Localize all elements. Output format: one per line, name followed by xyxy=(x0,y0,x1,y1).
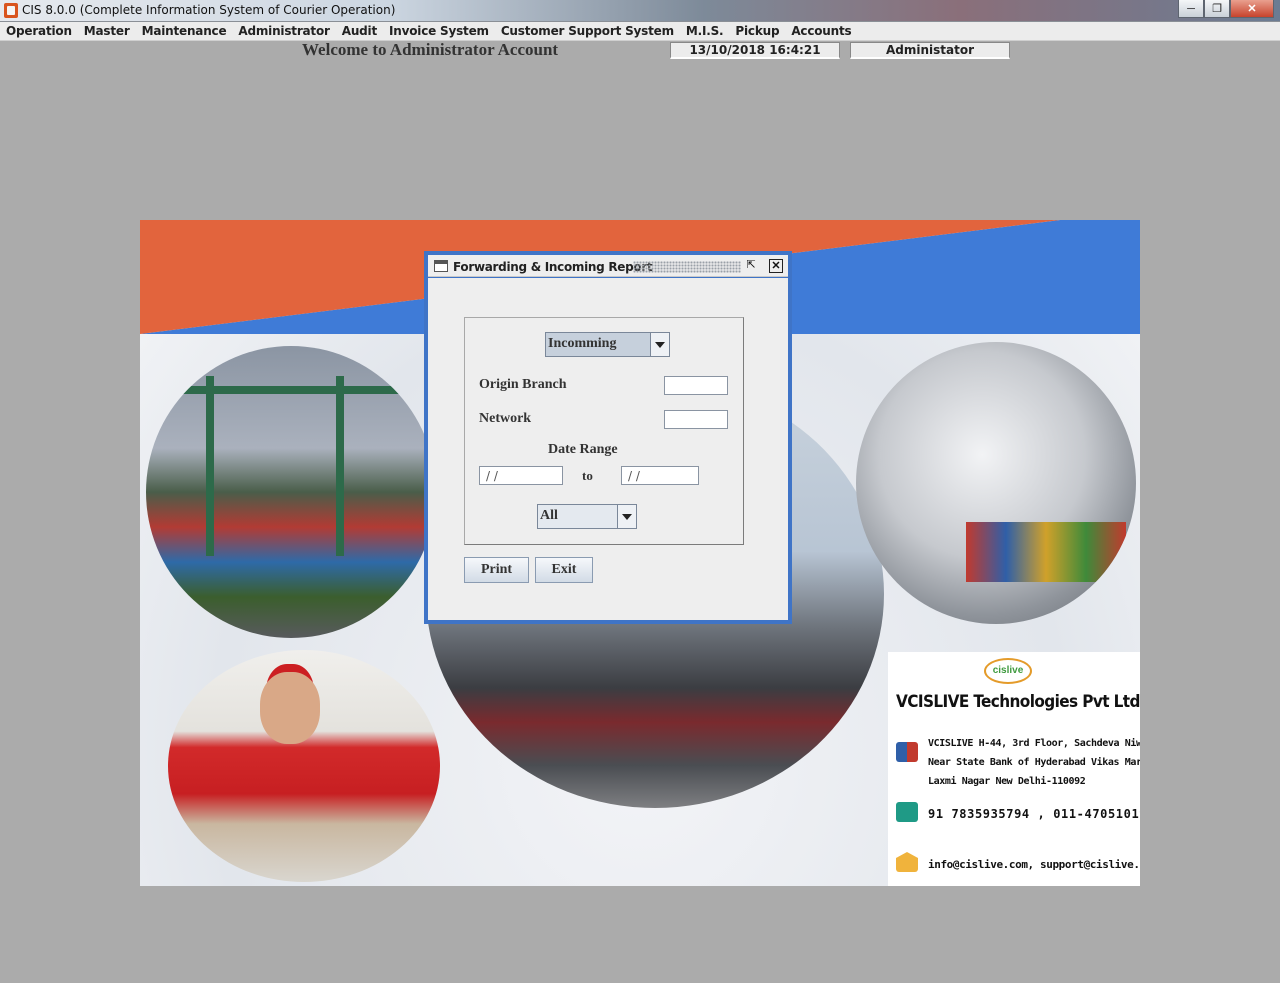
chevron-down-icon[interactable] xyxy=(617,505,636,528)
forwarding-incoming-report-dialog: Forwarding & Incoming Report ⇱ ✕ Incommi… xyxy=(424,251,792,624)
network-field[interactable] xyxy=(664,410,728,429)
close-button[interactable]: ✕ xyxy=(1230,0,1274,18)
app-icon xyxy=(4,3,18,18)
address-icon xyxy=(896,742,918,762)
email-icon xyxy=(896,852,918,872)
chevron-down-icon[interactable] xyxy=(650,333,669,356)
globe-logistics-image xyxy=(856,342,1136,624)
company-info-card: cislive VCISLIVE Technologies Pvt Ltd VC… xyxy=(888,652,1140,886)
address-line-2: Near State Bank of Hyderabad Vikas Marg, xyxy=(928,757,1140,768)
date-from-field[interactable]: / / xyxy=(479,466,563,485)
dialog-body: Incomming Origin Branch Network Date Ran… xyxy=(428,278,788,620)
menu-audit[interactable]: Audit xyxy=(336,22,383,40)
dialog-drag-grip xyxy=(633,261,741,273)
close-icon: ✕ xyxy=(1247,3,1257,15)
network-label: Network xyxy=(479,411,532,426)
window-title: CIS 8.0.0 (Complete Information System o… xyxy=(22,3,396,17)
maximize-icon: ❐ xyxy=(1212,3,1222,15)
menu-invoice-system[interactable]: Invoice System xyxy=(383,22,495,40)
port-cranes-image xyxy=(146,346,436,638)
menu-bar: Operation Master Maintenance Administrat… xyxy=(0,22,1280,41)
welcome-heading: Welcome to Administrator Account xyxy=(302,40,559,59)
address-line-3: Laxmi Nagar New Delhi-110092 xyxy=(928,776,1086,787)
print-button[interactable]: Print xyxy=(464,557,529,583)
date-to-field[interactable]: / / xyxy=(621,466,699,485)
filter-select[interactable]: All xyxy=(537,504,637,529)
restore-icon[interactable]: ⇱ xyxy=(744,259,758,273)
filter-value: All xyxy=(540,508,558,523)
menu-maintenance[interactable]: Maintenance xyxy=(136,22,233,40)
delivery-man-image xyxy=(168,650,440,882)
maximize-button[interactable]: ❐ xyxy=(1204,0,1230,18)
phone-numbers: 91 7835935794 , 011-47051019 xyxy=(928,807,1140,821)
origin-branch-label: Origin Branch xyxy=(479,377,567,392)
dialog-window-icon xyxy=(434,260,448,272)
menu-pickup[interactable]: Pickup xyxy=(729,22,785,40)
date-to-label: to xyxy=(582,468,593,483)
company-logo: cislive xyxy=(984,658,1032,684)
minimize-icon: ─ xyxy=(1187,2,1195,15)
company-name: VCISLIVE Technologies Pvt Ltd xyxy=(896,692,1140,712)
phone-icon xyxy=(896,802,918,822)
window-titlebar: CIS 8.0.0 (Complete Information System o… xyxy=(0,0,1280,22)
window-controls: ─ ❐ ✕ xyxy=(1178,0,1274,18)
exit-button[interactable]: Exit xyxy=(535,557,593,583)
datetime-display: 13/10/2018 16:4:21 xyxy=(670,42,840,59)
report-criteria-panel: Incomming Origin Branch Network Date Ran… xyxy=(464,317,744,545)
report-type-value: Incomming xyxy=(548,336,617,351)
origin-branch-field[interactable] xyxy=(664,376,728,395)
menu-customer-support-system[interactable]: Customer Support System xyxy=(495,22,680,40)
menu-operation[interactable]: Operation xyxy=(0,22,78,40)
report-type-select[interactable]: Incomming xyxy=(545,332,670,357)
minimize-button[interactable]: ─ xyxy=(1178,0,1204,18)
address-line-1: VCISLIVE H-44, 3rd Floor, Sachdeva Niwas xyxy=(928,738,1140,749)
date-range-label: Date Range xyxy=(548,442,618,457)
dialog-title: Forwarding & Incoming Report xyxy=(453,260,653,274)
menu-administrator[interactable]: Administrator xyxy=(232,22,335,40)
user-display: Administator xyxy=(850,42,1010,59)
email-addresses: info@cislive.com, support@cislive.com xyxy=(928,858,1140,871)
menu-accounts[interactable]: Accounts xyxy=(785,22,857,40)
menu-master[interactable]: Master xyxy=(78,22,136,40)
dialog-titlebar[interactable]: Forwarding & Incoming Report ⇱ ✕ xyxy=(428,255,788,277)
menu-mis[interactable]: M.I.S. xyxy=(680,22,730,40)
dialog-close-icon[interactable]: ✕ xyxy=(769,259,783,273)
